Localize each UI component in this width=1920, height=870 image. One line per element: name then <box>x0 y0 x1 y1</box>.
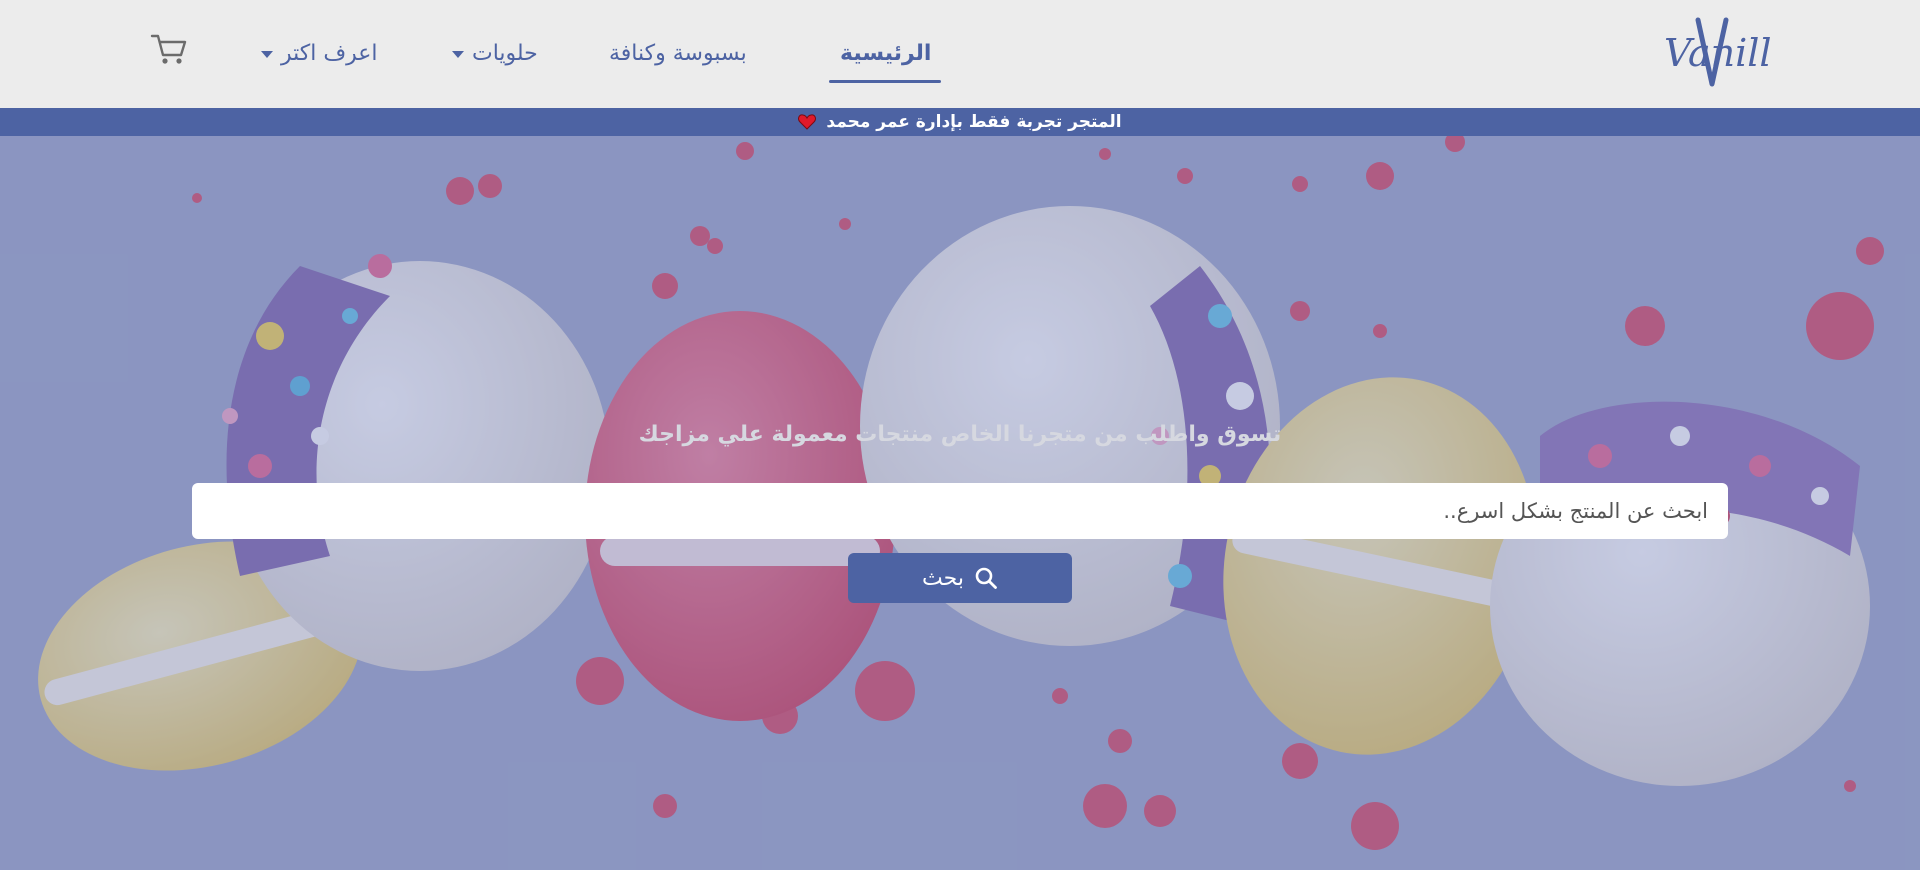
search-input[interactable] <box>192 483 1728 539</box>
nav-item-learn-more-dropdown[interactable]: اعرف اكتر <box>261 36 378 72</box>
hero-tagline: تسوق واطلب من متجرنا الخاص منتجات معمولة… <box>638 422 1282 447</box>
nav-active-indicator <box>829 80 941 83</box>
chevron-down-icon <box>452 50 464 58</box>
nav-item-sweets-label: حلويات <box>472 41 538 66</box>
announcement-text: المتجر تجربة فقط بإدارة عمر محمد <box>826 112 1122 132</box>
site-header: Vanilla الرئيسية بسبوسة وكنافة حلويات اع… <box>0 0 1920 108</box>
nav-item-sweets-dropdown[interactable]: حلويات <box>452 36 538 72</box>
logo-text: Vanilla <box>1664 31 1770 75</box>
nav-item-learn-more-label: اعرف اكتر <box>281 41 378 66</box>
search-icon <box>975 567 997 589</box>
hero-section: تسوق واطلب من متجرنا الخاص منتجات معمولة… <box>0 136 1920 870</box>
search-button-label: بحث <box>922 565 964 591</box>
search-button[interactable]: بحث <box>848 553 1072 603</box>
nav-item-home[interactable]: الرئيسية <box>840 36 931 72</box>
logo-graphic: Vanilla <box>1664 17 1770 87</box>
chevron-down-icon <box>261 50 273 58</box>
shopping-cart-icon[interactable] <box>150 32 188 66</box>
brand-logo[interactable]: Vanilla <box>1660 14 1770 92</box>
nav-item-basbousa-konafa[interactable]: بسبوسة وكنافة <box>609 36 747 72</box>
announcement-bar: المتجر تجربة فقط بإدارة عمر محمد <box>0 108 1920 136</box>
heart-icon <box>798 114 817 130</box>
